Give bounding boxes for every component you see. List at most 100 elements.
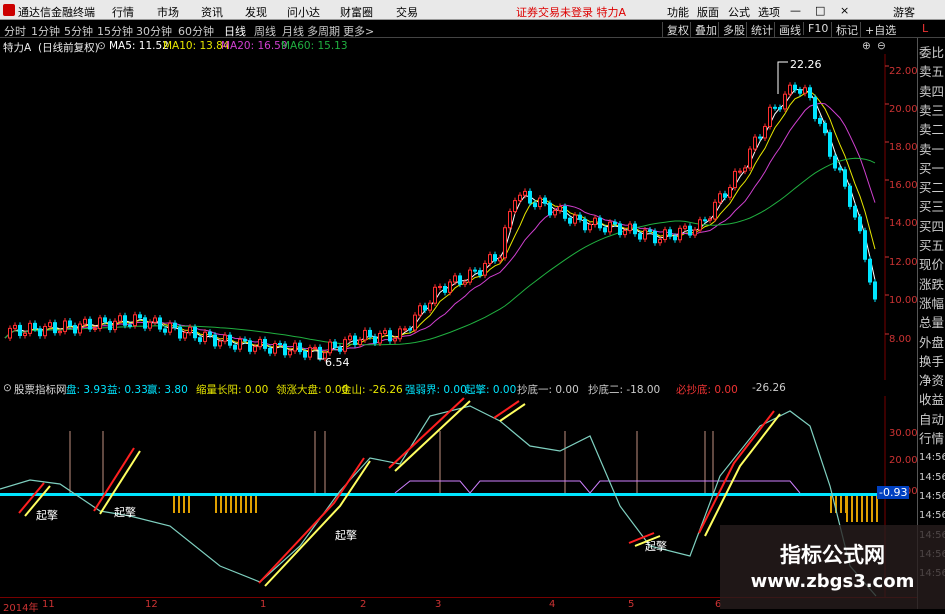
period-weekly[interactable]: 周线 (254, 23, 276, 39)
high-pointer (777, 61, 788, 94)
tool-f10[interactable]: F10 (803, 22, 828, 35)
chart-info-bar: 特力A (日线前复权) ⊙ MA5: 11.52 MA10: 13.84 MA2… (0, 38, 945, 54)
candle (383, 330, 387, 334)
rising-segment (704, 413, 781, 537)
candle (748, 148, 752, 169)
x-tick: 4 (549, 599, 556, 610)
period-toolbar: 分时 1分钟 5分钟 15分钟 30分钟 60分钟 日线 周线 月线 多周期 更… (0, 20, 945, 38)
candle (698, 219, 702, 231)
menu-shichang[interactable]: 市场 (157, 4, 179, 20)
side-panel-item: 行情 (919, 431, 945, 446)
volume-signal-bar (871, 496, 873, 522)
close-icon[interactable]: × (840, 4, 849, 17)
candle (368, 329, 372, 338)
zoom-out-icon[interactable]: ⊖ (877, 40, 886, 52)
tool-zixuan[interactable]: +自选 (860, 22, 896, 38)
minimize-icon[interactable]: — (790, 4, 801, 17)
menu-wenxiaoda[interactable]: 问小达 (287, 4, 320, 20)
maximize-icon[interactable]: □ (815, 4, 825, 17)
price-axis-label: 16.00 (889, 180, 918, 191)
tool-huaxian[interactable]: 画线 (774, 22, 801, 38)
candle (333, 341, 337, 348)
candle (533, 202, 537, 208)
candle (118, 315, 122, 322)
signal-segment (93, 447, 135, 512)
period-monthly[interactable]: 月线 (282, 23, 304, 39)
candle (328, 341, 332, 354)
candle (28, 322, 32, 334)
candle (778, 107, 782, 110)
period-1min[interactable]: 1分钟 (31, 23, 60, 39)
tool-fuquan[interactable]: 复权 (662, 22, 689, 38)
tool-biaoji[interactable]: 标记 (831, 22, 858, 38)
menu-banmian[interactable]: 版面 (697, 4, 719, 20)
menu-zixun[interactable]: 资讯 (201, 4, 223, 20)
candle (378, 332, 382, 344)
tool-duogu[interactable]: 多股 (718, 22, 745, 38)
tool-tongji[interactable]: 统计 (746, 22, 773, 38)
menu-caifuquan[interactable]: 财富圈 (340, 4, 373, 20)
candle (593, 217, 597, 226)
candle (633, 223, 637, 235)
candle (233, 344, 237, 350)
menu-gongshi[interactable]: 公式 (728, 4, 750, 20)
menu-faxian[interactable]: 发现 (245, 4, 267, 20)
candle (773, 106, 777, 109)
candle (628, 223, 632, 232)
candle (638, 233, 642, 240)
candle (48, 322, 52, 327)
volume-signal-bar (240, 496, 242, 513)
side-panel-item: 外盘 (919, 334, 945, 350)
period-5min[interactable]: 5分钟 (64, 23, 93, 39)
candle (288, 350, 292, 356)
candle (463, 281, 467, 285)
period-more[interactable]: 更多> (343, 23, 374, 39)
candle (618, 223, 622, 236)
candle (468, 269, 472, 283)
candle (253, 346, 257, 352)
candle (798, 89, 802, 94)
settings-icon[interactable]: ⊙ (97, 40, 106, 52)
side-panel-item: 14:56 (919, 452, 945, 464)
period-15min[interactable]: 15分钟 (97, 23, 133, 39)
guest-button[interactable]: 游客 (893, 4, 915, 20)
side-panel-item: 买四 (919, 218, 945, 234)
candle (223, 334, 227, 342)
ind-chaodi2: 抄底二: -18.00 (588, 384, 661, 396)
candle (313, 346, 317, 349)
indicator-settings-icon[interactable]: ⊙ (3, 382, 12, 394)
tool-diejia[interactable]: 叠加 (690, 22, 717, 38)
candle (13, 324, 17, 329)
candle (603, 227, 607, 233)
candle (158, 317, 162, 330)
ind-jinshan: 金山: -26.26 (341, 384, 403, 396)
period-multi[interactable]: 多周期 (307, 23, 340, 39)
baseline-band (0, 493, 880, 496)
menu-jiaoyi[interactable]: 交易 (396, 4, 418, 20)
candle (548, 202, 552, 216)
period-30min[interactable]: 30分钟 (136, 23, 172, 39)
volume-signal-bar (250, 496, 252, 513)
candle (863, 230, 867, 260)
low-price-label: 6.54 (325, 356, 350, 369)
candle (358, 339, 362, 346)
period-daily[interactable]: 日线 (224, 23, 246, 39)
price-axis-label: 18.00 (889, 142, 918, 153)
candle (143, 317, 147, 329)
app-name: 通达信金融终端 (18, 6, 95, 19)
period-fenshi[interactable]: 分时 (4, 23, 26, 39)
zoom-icon[interactable]: ⊕ (862, 40, 871, 52)
candle (353, 335, 357, 346)
login-warning[interactable]: 证券交易未登录 特力A (516, 4, 626, 20)
candle (38, 328, 42, 337)
menu-gongneng[interactable]: 功能 (667, 4, 689, 20)
ma5-value: MA5: 11.52 (109, 40, 169, 52)
ind-qiangruo: 强弱界: 0.00 (405, 384, 467, 396)
candle (203, 331, 207, 342)
period-60min[interactable]: 60分钟 (178, 23, 214, 39)
menu-hangqing[interactable]: 行情 (112, 4, 134, 20)
price-chart[interactable] (0, 54, 917, 380)
candle (833, 155, 837, 169)
volume-signal-bar (856, 496, 858, 522)
menu-xuanxiang[interactable]: 选项 (758, 4, 780, 20)
